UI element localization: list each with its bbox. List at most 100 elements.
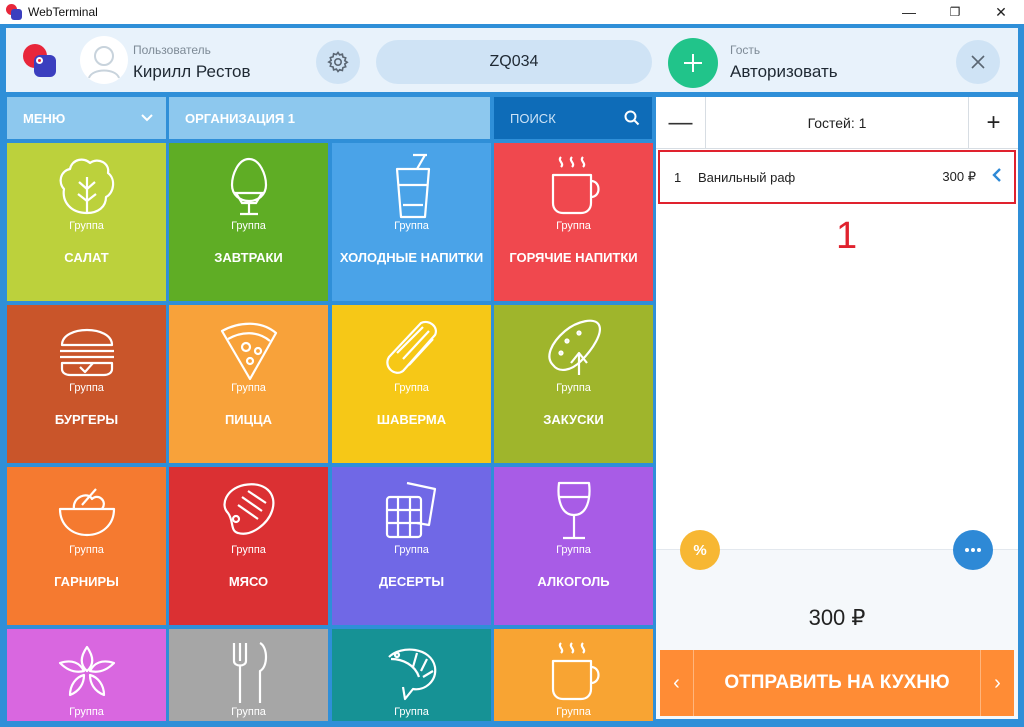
user-info: Пользователь Кирилл Рестов [133, 43, 251, 82]
table-code-button[interactable]: ZQ034 [376, 40, 652, 84]
order-item-price: 300 ₽ [942, 169, 976, 184]
window-controls: — ❐ ✕ [886, 0, 1024, 24]
tile-group-label: Группа [231, 382, 266, 394]
search-icon [624, 110, 640, 126]
tile-group-label: Группа [394, 382, 429, 394]
pizza-icon [220, 322, 277, 381]
menu-dropdown[interactable]: МЕНЮ [7, 97, 166, 139]
cold-drink-icon [395, 153, 430, 219]
tile-name: САЛАТ [64, 250, 109, 265]
next-action-button[interactable]: › [980, 650, 1014, 716]
tile-name: ЗАКУСКИ [543, 412, 604, 427]
shawarma-icon [385, 320, 437, 374]
more-options-button[interactable] [953, 530, 993, 570]
guest-counter: — Гостей: 1 + [656, 97, 1018, 149]
guests-count-label: Гостей: 1 [807, 115, 867, 131]
tile-group-label: Группа [556, 220, 591, 232]
category-tile-burgers[interactable]: Группа БУРГЕРЫ [7, 305, 166, 463]
tile-name: ГАРНИРЫ [54, 574, 119, 589]
category-tile-snacks[interactable]: Группа ЗАКУСКИ [494, 305, 653, 463]
category-tile-cold-drinks[interactable]: Группа ХОЛОДНЫЕ НАПИТКИ [332, 143, 491, 301]
category-tile-desserts[interactable]: Группа ДЕСЕРТЫ [332, 467, 491, 625]
category-tile-shawarma[interactable]: Группа ШАВЕРМА [332, 305, 491, 463]
menu-label: МЕНЮ [23, 110, 66, 126]
send-to-kitchen-bar: ‹ ОТПРАВИТЬ НА КУХНЮ › [660, 650, 1014, 716]
order-item-name: Ванильный раф [698, 169, 796, 185]
discount-button[interactable]: % [680, 530, 720, 570]
tile-group-label: Группа [231, 706, 266, 718]
order-panel: — Гостей: 1 + 1 Ванильный раф 300 ₽ 1 % … [656, 97, 1018, 719]
shrimp-icon [387, 648, 436, 701]
order-total: 300 ₽ [808, 605, 866, 630]
user-avatar[interactable] [80, 36, 128, 84]
tile-name: ЗАВТРАКИ [214, 250, 283, 265]
close-icon [971, 55, 985, 69]
tile-name: МЯСО [228, 574, 269, 589]
burger-icon [59, 328, 114, 377]
tile-group-label: Группа [69, 220, 104, 232]
add-guest-button[interactable] [668, 38, 718, 88]
category-tile-breakfast[interactable]: Группа ЗАВТРАКИ [169, 143, 328, 301]
title-bar: WebTerminal — ❐ ✕ [0, 0, 1024, 24]
category-tile-alcohol[interactable]: Группа АЛКОГОЛЬ [494, 467, 653, 625]
waffle-icon [385, 481, 436, 539]
guest-authorize-label: Авторизовать [730, 62, 838, 81]
bowl-icon [58, 488, 115, 537]
cutlery-icon [232, 642, 267, 703]
steak-icon [222, 483, 274, 535]
chevron-left-icon[interactable] [990, 165, 1004, 185]
increase-guests-button[interactable]: + [968, 97, 1018, 149]
lettuce-icon [59, 158, 114, 215]
more-dots-icon [965, 548, 981, 552]
prev-action-button[interactable]: ‹ [660, 650, 694, 716]
send-to-kitchen-button[interactable]: ОТПРАВИТЬ НА КУХНЮ [694, 650, 980, 716]
tile-name: АЛКОГОЛЬ [537, 574, 610, 589]
category-tile-meat[interactable]: Группа МЯСО [169, 467, 328, 625]
order-item[interactable]: 1 Ванильный раф 300 ₽ [658, 150, 1016, 204]
settings-button[interactable] [316, 40, 360, 84]
window-title: WebTerminal [28, 5, 98, 19]
maximize-button[interactable]: ❐ [932, 0, 978, 24]
tile-group-label: Группа [69, 706, 104, 718]
tile-name: ГОРЯЧИЕ НАПИТКИ [509, 250, 638, 265]
tile-group-label: Группа [69, 382, 104, 394]
category-tile-salad[interactable]: Группа САЛАТ [7, 143, 166, 301]
annotation-number: 1 [836, 215, 858, 257]
order-item-qty: 1 [674, 169, 682, 185]
user-caption: Пользователь [133, 43, 211, 57]
guest-caption: Гость [730, 43, 761, 57]
category-tile-hot-drinks-2[interactable]: Группа [494, 629, 653, 721]
hot-cup-icon [551, 642, 600, 701]
category-tile-pizza[interactable]: Группа ПИЦЦА [169, 305, 328, 463]
wine-icon [556, 481, 591, 540]
tile-name: ДЕСЕРТЫ [378, 574, 445, 589]
organization-label: ОРГАНИЗАЦИЯ 1 [185, 110, 296, 126]
brand-logo [23, 44, 57, 78]
category-tile-hot-drinks[interactable]: Группа ГОРЯЧИЕ НАПИТКИ [494, 143, 653, 301]
gear-icon [327, 51, 349, 73]
pickle-icon [547, 319, 601, 375]
search-label: ПОИСК [510, 110, 556, 126]
close-window-button[interactable]: ✕ [978, 0, 1024, 24]
decrease-guests-button[interactable]: — [656, 97, 706, 149]
tile-group-label: Группа [394, 544, 429, 556]
category-tile-cutlery[interactable]: Группа [169, 629, 328, 721]
category-tile-seafood[interactable]: Группа [332, 629, 491, 721]
category-tile-flower[interactable]: Группа [7, 629, 166, 721]
app-icon [6, 4, 22, 20]
minimize-button[interactable]: — [886, 0, 932, 24]
close-order-button[interactable] [956, 40, 1000, 84]
tile-group-label: Группа [231, 220, 266, 232]
organization-selector[interactable]: ОРГАНИЗАЦИЯ 1 [169, 97, 490, 139]
tile-group-label: Группа [394, 706, 429, 718]
tile-name: ХОЛОДНЫЕ НАПИТКИ [339, 250, 484, 265]
flower-icon [58, 645, 115, 697]
tile-name: БУРГЕРЫ [54, 412, 119, 427]
tile-name: ПИЦЦА [224, 412, 273, 427]
user-silhouette-icon [88, 46, 120, 79]
search-button[interactable]: ПОИСК [494, 97, 652, 139]
user-name: Кирилл Рестов [133, 62, 251, 81]
category-tile-sides[interactable]: Группа ГАРНИРЫ [7, 467, 166, 625]
tile-group-label: Группа [394, 220, 429, 232]
guest-info[interactable]: Гость Авторизовать [730, 43, 838, 82]
